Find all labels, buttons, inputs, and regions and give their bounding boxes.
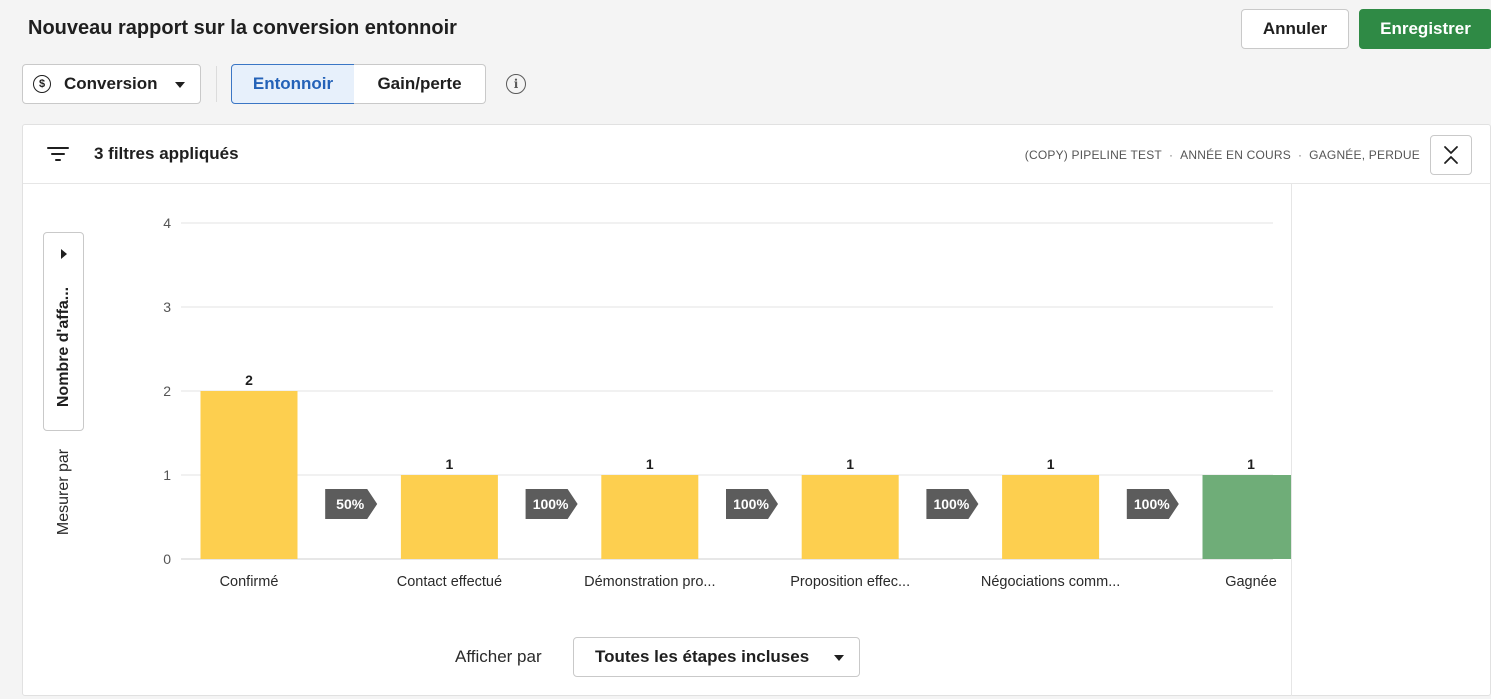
conversion-rate-label: 100% xyxy=(1134,496,1170,512)
tab-gain-loss[interactable]: Gain/perte xyxy=(354,64,486,104)
category-label: Négociations comm... xyxy=(981,574,1120,590)
metric-select-label: Conversion xyxy=(64,74,158,93)
category-label: Démonstration pro... xyxy=(584,574,715,590)
y-tick-label: 0 xyxy=(163,551,171,567)
collapse-button[interactable] xyxy=(1430,135,1472,175)
metric-select[interactable]: $ Conversion xyxy=(22,64,201,104)
category-label: Contact effectué xyxy=(397,574,502,590)
data-label: 1 xyxy=(646,456,654,472)
conversion-rate-label: 50% xyxy=(336,496,365,512)
data-label: 1 xyxy=(846,456,854,472)
info-icon[interactable]: i xyxy=(506,74,526,94)
bar xyxy=(601,475,699,559)
collapse-icon xyxy=(1444,146,1458,164)
chevron-down-icon xyxy=(834,655,844,661)
report-card: 3 filtres appliqués (COPY) PIPELINE TEST… xyxy=(22,124,1491,696)
bar xyxy=(400,475,498,559)
conversion-rate-label: 100% xyxy=(733,496,769,512)
conversion-rate-label: 100% xyxy=(933,496,969,512)
y-tick-label: 4 xyxy=(163,215,171,231)
toolbar-divider xyxy=(216,66,217,102)
show-by-label: Afficher par xyxy=(455,647,542,666)
bar xyxy=(1002,475,1100,559)
dollar-icon: $ xyxy=(33,75,51,93)
tab-funnel[interactable]: Entonnoir xyxy=(231,64,355,104)
filter-tag-status: GAGNÉE, PERDUE xyxy=(1309,148,1420,162)
y-tick-label: 1 xyxy=(163,467,171,483)
data-label: 1 xyxy=(446,456,454,472)
page-title: Nouveau rapport sur la conversion entonn… xyxy=(28,17,457,39)
bar xyxy=(801,475,899,559)
data-label: 1 xyxy=(1047,456,1055,472)
data-label: 1 xyxy=(1247,456,1255,472)
conversion-rate-label: 100% xyxy=(533,496,569,512)
cancel-button[interactable]: Annuler xyxy=(1241,9,1349,49)
bar xyxy=(1202,475,1291,559)
data-label: 2 xyxy=(245,372,253,388)
funnel-chart: 0 1 2 3 4 2 Confirmé 1 Contact effectué 1 Démonstr… xyxy=(163,215,1291,590)
y-tick-label: 2 xyxy=(163,383,171,399)
show-by-value: Toutes les étapes incluses xyxy=(595,647,810,666)
save-button[interactable]: Enregistrer xyxy=(1359,9,1491,49)
bar xyxy=(200,391,298,559)
category-label: Proposition effec... xyxy=(790,574,910,590)
right-panel-divider xyxy=(1291,184,1292,696)
y-tick-label: 3 xyxy=(163,299,171,315)
category-label: Confirmé xyxy=(220,574,279,590)
separator-dot: · xyxy=(1297,148,1303,162)
show-by-select[interactable]: Toutes les étapes incluses xyxy=(573,637,860,677)
category-label: Gagnée xyxy=(1225,574,1277,590)
chevron-down-icon xyxy=(175,82,185,88)
